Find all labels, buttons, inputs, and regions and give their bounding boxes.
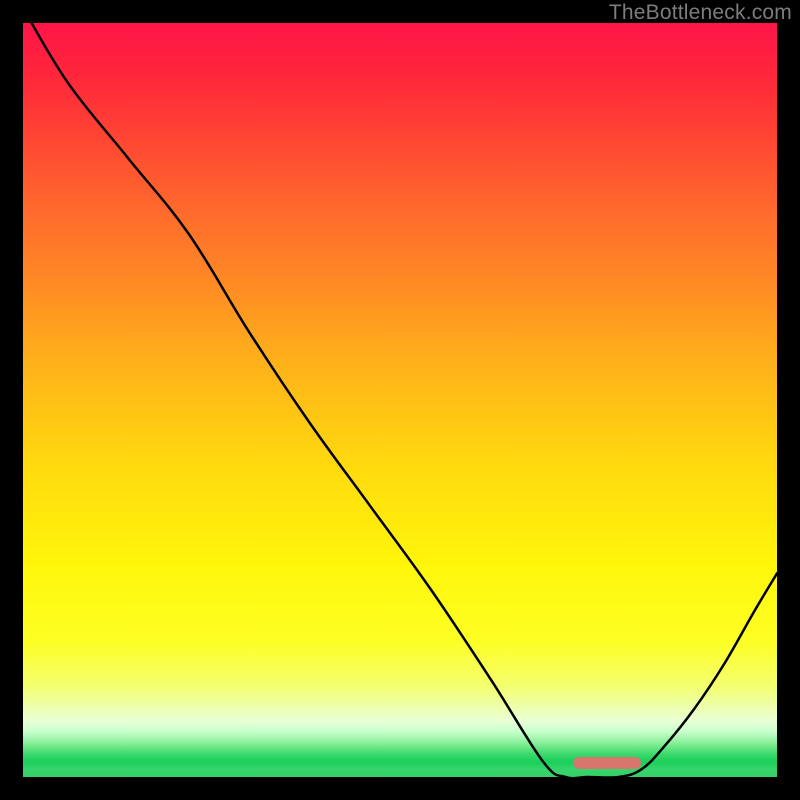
- plot-area: [23, 23, 777, 777]
- bottleneck-curve: [23, 23, 777, 777]
- optimal-marker: [573, 757, 641, 769]
- attribution-text: TheBottleneck.com: [609, 1, 792, 25]
